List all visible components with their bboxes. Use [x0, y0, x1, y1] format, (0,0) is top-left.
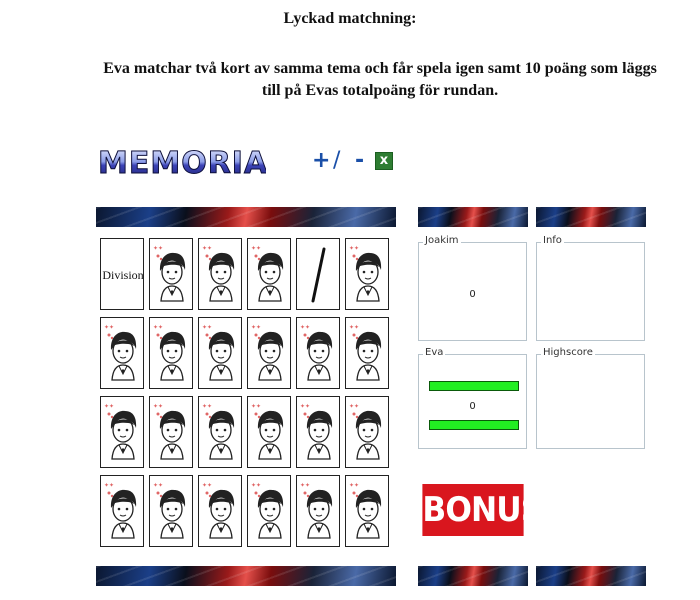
- card-back[interactable]: ✦✦: [247, 238, 291, 310]
- banner-top-board: [96, 207, 396, 227]
- banner-top-info: [536, 207, 646, 227]
- card-back[interactable]: ✦✦: [100, 396, 144, 468]
- svg-text:✦✦: ✦✦: [349, 245, 359, 252]
- bonus-banner: BONUS: [422, 484, 543, 536]
- toolbar-separator: /: [333, 148, 341, 173]
- svg-text:✦✦: ✦✦: [104, 403, 114, 410]
- card-label: Division: [102, 267, 144, 282]
- card-back[interactable]: ✦✦: [345, 238, 389, 310]
- player-name: Joakim: [423, 235, 461, 246]
- banner-bottom-info: [536, 566, 646, 586]
- svg-text:✦✦: ✦✦: [300, 403, 310, 410]
- svg-text:✦✦: ✦✦: [349, 324, 359, 331]
- svg-text:✦✦: ✦✦: [104, 324, 114, 331]
- card-back[interactable]: ✦✦: [296, 475, 340, 547]
- card-back[interactable]: ✦✦: [149, 475, 193, 547]
- player-score: 0: [469, 401, 476, 412]
- card-back[interactable]: ✦✦: [247, 317, 291, 389]
- card-back[interactable]: ✦✦: [198, 396, 242, 468]
- player-panel-eva: Eva 0: [418, 347, 527, 449]
- info-panel-title: Info: [541, 235, 564, 246]
- player-score: 0: [469, 289, 476, 300]
- svg-text:✦✦: ✦✦: [202, 403, 212, 410]
- svg-text:✦✦: ✦✦: [251, 324, 261, 331]
- card-back[interactable]: ✦✦: [247, 396, 291, 468]
- svg-text:✦✦: ✦✦: [202, 245, 212, 252]
- card-back[interactable]: ✦✦: [345, 396, 389, 468]
- svg-text:✦✦: ✦✦: [349, 482, 359, 489]
- player-name: Eva: [423, 347, 446, 358]
- card-back[interactable]: ✦✦: [198, 475, 242, 547]
- highscore-panel: Highscore: [536, 347, 645, 449]
- svg-text:✦✦: ✦✦: [153, 482, 163, 489]
- svg-text:✦✦: ✦✦: [153, 324, 163, 331]
- card-face-symbol[interactable]: [296, 238, 340, 310]
- card-back[interactable]: ✦✦: [198, 238, 242, 310]
- player-panel-joakim: Joakim 0: [418, 235, 527, 341]
- svg-text:✦✦: ✦✦: [104, 482, 114, 489]
- svg-text:✦✦: ✦✦: [202, 482, 212, 489]
- svg-text:✦✦: ✦✦: [349, 403, 359, 410]
- banner-bottom-players: [418, 566, 528, 586]
- caption-body: Eva matchar två kort av samma tema och f…: [103, 60, 657, 99]
- card-back[interactable]: ✦✦: [149, 317, 193, 389]
- card-back[interactable]: ✦✦: [149, 396, 193, 468]
- svg-text:✦✦: ✦✦: [153, 403, 163, 410]
- card-back[interactable]: ✦✦: [296, 317, 340, 389]
- svg-text:✦✦: ✦✦: [202, 324, 212, 331]
- banner-top-players: [418, 207, 528, 227]
- card-board: Division ✦✦ ✦✦ ✦✦ ✦✦ ✦✦ ✦✦ ✦✦ ✦✦ ✦✦ ✦✦ ✦✦ ✦✦ ✦✦ ✦✦ ✦✦ ✦✦…: [96, 234, 394, 552]
- highscore-panel-title: Highscore: [541, 347, 595, 358]
- svg-text:✦✦: ✦✦: [300, 324, 310, 331]
- card-face-text[interactable]: Division: [100, 238, 144, 310]
- caption-title: Lyckad matchning:: [283, 10, 417, 27]
- add-button[interactable]: +: [312, 148, 330, 173]
- svg-text:✦✦: ✦✦: [251, 403, 261, 410]
- card-back[interactable]: ✦✦: [149, 238, 193, 310]
- info-panel: Info: [536, 235, 645, 341]
- banner-bottom-board: [96, 566, 396, 586]
- remove-button[interactable]: -: [355, 148, 364, 173]
- active-turn-bar-bottom: [429, 420, 519, 430]
- svg-text:✦✦: ✦✦: [153, 245, 163, 252]
- excel-icon[interactable]: x: [375, 152, 393, 170]
- card-back[interactable]: ✦✦: [247, 475, 291, 547]
- svg-text:✦✦: ✦✦: [251, 482, 261, 489]
- card-back[interactable]: ✦✦: [296, 396, 340, 468]
- logo-text: MEMORIA: [98, 146, 266, 180]
- card-back[interactable]: ✦✦: [100, 475, 144, 547]
- card-back[interactable]: ✦✦: [198, 317, 242, 389]
- svg-text:✦✦: ✦✦: [251, 245, 261, 252]
- card-back[interactable]: ✦✦: [100, 317, 144, 389]
- svg-text:✦✦: ✦✦: [300, 482, 310, 489]
- card-back[interactable]: ✦✦: [345, 475, 389, 547]
- active-turn-bar-top: [429, 381, 519, 391]
- memoria-logo: MEMORIA: [98, 146, 267, 181]
- card-back[interactable]: ✦✦: [345, 317, 389, 389]
